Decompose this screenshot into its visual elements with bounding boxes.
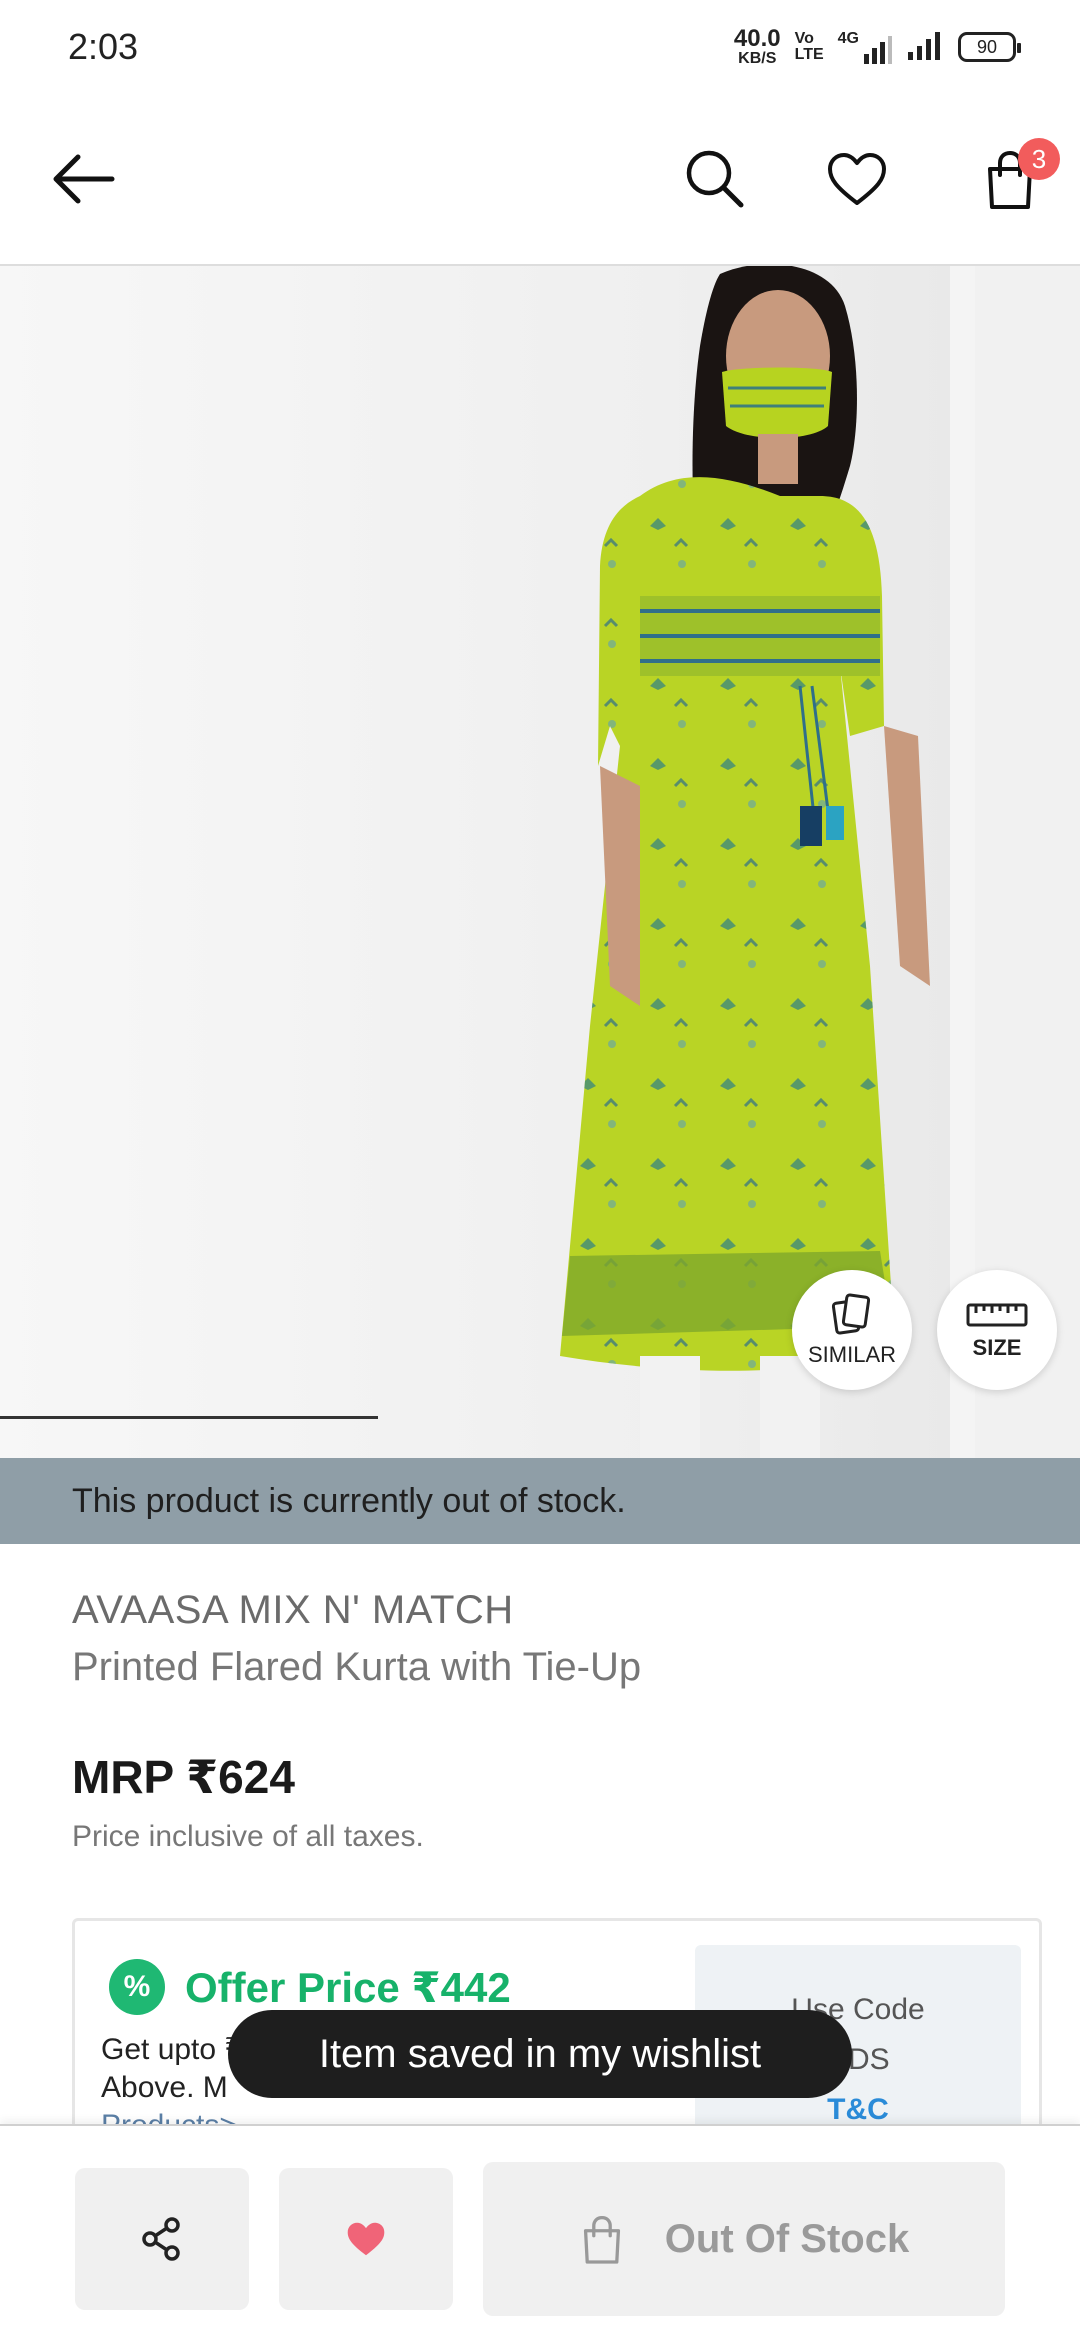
signal-4g-icon: 4G [838,30,892,64]
similar-button[interactable]: SIMILAR [792,1270,912,1390]
volte-bottom: LTE [794,46,824,63]
product-mrp: MRP ₹624 [72,1751,295,1803]
battery-level: 90 [976,36,998,57]
network-speed-unit: KB/S [738,50,777,67]
cart-count-badge: 3 [1018,138,1060,180]
shopping-bag-icon [583,2215,620,2264]
network-type: 4G [837,30,859,47]
out-of-stock-button[interactable]: Out Of Stock [483,2162,1005,2316]
status-indicators: 40.0 KB/S Vo LTE 4G 90 [734,24,1021,70]
wishlist-toggle-button[interactable] [279,2168,453,2310]
share-button[interactable] [75,2168,249,2310]
network-speed: 40.0 KB/S [734,27,781,67]
image-scroll-indicator [0,1416,378,1419]
size-label: SIZE [972,1335,1022,1360]
kurta-model-illustration [560,266,930,1458]
arrow-left-icon [53,154,115,204]
heart-filled-icon [347,2222,385,2256]
cart-button[interactable]: 3 [960,134,1060,224]
wishlist-button[interactable] [812,134,902,224]
top-app-bar: 3 [0,96,1080,266]
size-chart-button[interactable]: SIZE [937,1270,1057,1390]
heart-outline-icon [828,153,886,205]
back-button[interactable] [38,134,128,224]
out-of-stock-banner: This product is currently out of stock. [0,1458,1080,1544]
share-icon [142,2217,180,2261]
brand-name[interactable]: AVAASA MIX N' MATCH [72,1588,514,1633]
bottom-action-bar: Out Of Stock [0,2124,1080,2340]
discount-percent-icon: % [109,1959,165,2015]
ruler-icon [966,1303,1028,1327]
similar-cards-icon [831,1293,871,1335]
offer-title: % Offer Price ₹442 [109,1959,511,2015]
volte-top: Vo [794,30,814,47]
out-of-stock-label: Out Of Stock [664,2216,910,2261]
product-title: Printed Flared Kurta with Tie-Up [72,1645,642,1689]
battery-icon: 90 [958,32,1021,62]
status-time: 2:03 [68,26,139,67]
signal-icon [906,30,944,65]
offer-price: Offer Price ₹442 [185,1963,511,2011]
product-image-gallery[interactable]: SIMILAR SIZE [0,266,1080,1458]
status-bar: 2:03 40.0 KB/S Vo LTE 4G 90 [0,0,1080,96]
search-icon [686,150,744,208]
volte-indicator: Vo LTE [795,31,824,63]
product-image[interactable] [0,266,950,1458]
tax-note: Price inclusive of all taxes. [72,1820,424,1853]
similar-label: SIMILAR [807,1342,897,1367]
network-speed-value: 40.0 [733,25,781,52]
search-button[interactable] [670,134,760,224]
wishlist-toast: Item saved in my wishlist [228,2010,852,2098]
